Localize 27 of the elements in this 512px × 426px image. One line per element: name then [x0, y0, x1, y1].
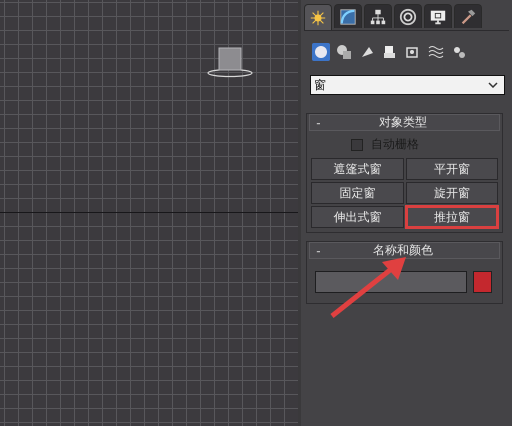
hierarchy-tab[interactable]	[364, 4, 392, 28]
name-field[interactable]	[315, 271, 468, 293]
display-tab[interactable]	[424, 4, 452, 28]
motion-tab[interactable]	[394, 4, 422, 28]
color-swatch[interactable]	[473, 271, 492, 293]
window-type-button[interactable]: 固定窗	[311, 182, 404, 204]
chevron-icon	[488, 82, 498, 88]
sun-icon	[309, 8, 328, 26]
window-type-button[interactable]: 伸出式窗	[311, 206, 404, 228]
window-type-button[interactable]: 推拉窗	[406, 206, 498, 228]
curve-icon	[339, 8, 358, 26]
autogrid-checkbox[interactable]	[351, 138, 364, 150]
utilities-tab[interactable]	[454, 4, 482, 28]
window-type-button[interactable]: 旋开窗	[406, 182, 498, 204]
rollout-header[interactable]: - 对象类型	[309, 114, 500, 131]
window-type-button[interactable]: 平开窗	[406, 158, 498, 180]
modify-tab[interactable]	[334, 4, 362, 28]
monitor-icon	[429, 8, 448, 26]
hammer-icon	[459, 8, 478, 26]
window-type-button[interactable]: 遮篷式窗	[311, 158, 404, 180]
hierarchy-icon	[369, 8, 388, 26]
create-tab[interactable]	[304, 4, 332, 30]
rollout-header[interactable]: - 名称和颜色	[309, 242, 500, 259]
geometry-icon[interactable]	[312, 43, 330, 61]
target-icon	[399, 8, 418, 26]
shapes-icon[interactable]	[335, 43, 354, 61]
object-category-dropdown[interactable]: 窗	[310, 75, 505, 95]
